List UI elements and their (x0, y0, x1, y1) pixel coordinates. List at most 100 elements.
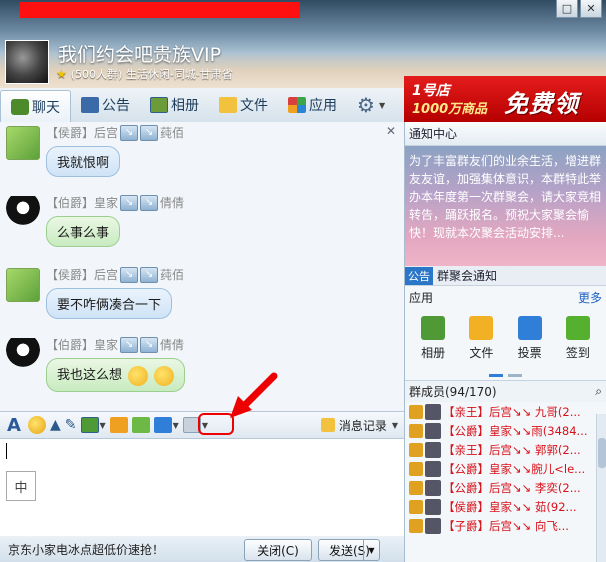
history-icon (320, 418, 335, 432)
tab-apps[interactable]: 应用 (278, 90, 347, 120)
message-text: 我也这么想 (57, 368, 123, 383)
arrow-icon: ↘ (120, 194, 139, 211)
edit-button[interactable]: ✎ (65, 415, 77, 435)
close-icon[interactable]: ✕ (386, 124, 396, 138)
tab-label: 文件 (240, 98, 268, 114)
group-name: 我们约会吧贵族VIP (58, 44, 222, 66)
arrow-icon: ↘ (120, 266, 139, 283)
doc-button[interactable] (109, 415, 128, 435)
ime-indicator[interactable]: 中 (6, 471, 36, 501)
member-row[interactable]: 【子爵】后宫↘↘ 向飞... (405, 516, 606, 535)
search-icon[interactable]: ⌕ (595, 384, 602, 399)
tab-chat[interactable]: 聊天 (0, 90, 71, 122)
member-scrollbar[interactable] (596, 414, 606, 562)
gift-button[interactable] (131, 415, 150, 435)
member-row[interactable]: 【侯爵】皇家↘↘ 茹(92... (405, 497, 606, 516)
group-subtitle-text: (500人群) 生活休闲-同城-甘肃省 (70, 68, 233, 81)
tab-label: 相册 (171, 98, 199, 114)
member-row[interactable]: 【公爵】皇家↘↘雨(3484... (405, 421, 606, 440)
sender-rank: 【伯爵】皇家 (46, 338, 119, 352)
notice-body[interactable]: 为了丰富群友们的业余生活，增进群友友谊，加强集体意识，本群特此举办本年度第一次群… (405, 146, 606, 266)
message-header: 【侯爵】后宫 ↘ ↘ 莼佰 (46, 124, 184, 141)
member-row[interactable]: 【公爵】后宫↘↘ 李奕(2... (405, 478, 606, 497)
emoji-button[interactable] (28, 416, 46, 434)
arrow-icon: ↘ (140, 124, 159, 141)
sender-rank: 【伯爵】皇家 (46, 196, 119, 210)
message-bubble: 我也这么想 (46, 358, 186, 392)
chevron-down-icon[interactable]: ▼ (363, 540, 379, 560)
group-avatar[interactable] (5, 40, 49, 84)
arrow-icon: ↘ (140, 194, 159, 211)
sender-avatar[interactable] (6, 338, 40, 372)
gift-icon (131, 417, 150, 433)
emoji-icon (128, 365, 149, 386)
bottom-bar: 京东小家电冰点超低价速抢！ 关闭(C) 发送(S) ▼ (0, 536, 404, 562)
role-icon (409, 423, 423, 438)
chat-icon (11, 98, 29, 115)
sender-name: 莼佰 (160, 126, 185, 140)
close-window-button[interactable]: ✕ (580, 0, 602, 18)
ad-banner[interactable]: 1号店 1000万商品 免费领 (404, 76, 606, 122)
tab-files[interactable]: 文件 (209, 90, 278, 120)
members-title: 群成员(94/170) (409, 385, 497, 399)
send-button[interactable]: 发送(S) ▼ (318, 539, 380, 561)
sender-name: 倩倩 (160, 338, 185, 352)
sender-avatar[interactable] (6, 196, 40, 230)
member-list: 【亲王】后宫↘↘ 九哥(2... 【公爵】皇家↘↘雨(3484... 【亲王】后… (405, 402, 606, 535)
sender-avatar[interactable] (6, 268, 40, 302)
tab-announcement[interactable]: 公告 (71, 90, 140, 120)
message-bubble: 要不咋俩凑合一下 (46, 288, 173, 319)
star-icon: ★ (56, 67, 67, 81)
message-history-button[interactable]: 消息记录 ▼ (320, 417, 398, 434)
promo-link[interactable]: 京东小家电冰点超低价速抢！ (8, 541, 164, 558)
tab-label: 聊天 (32, 99, 60, 116)
message-input[interactable]: 中 (0, 439, 404, 536)
message-header: 【侯爵】后宫 ↘ ↘ 莼佰 (46, 266, 184, 283)
apps-header: 应用 更多 (405, 286, 606, 308)
screenshot-button[interactable]: ▼ (153, 415, 179, 435)
arrow-icon: ↘ (140, 266, 159, 283)
font-button[interactable]: A (4, 415, 24, 436)
app-vote[interactable]: 投票 (517, 316, 542, 366)
app-checkin[interactable]: 签到 (565, 316, 590, 366)
sender-avatar[interactable] (6, 126, 40, 160)
app-album[interactable]: 相册 (421, 316, 445, 366)
pager-dots (405, 366, 606, 380)
maximize-button[interactable]: □ (556, 0, 578, 18)
window-controls: □ ✕ (556, 0, 602, 18)
app-files[interactable]: 文件 (469, 316, 493, 366)
pager-dot[interactable] (488, 374, 503, 377)
announcement-title: 群聚会通知 (437, 269, 498, 283)
member-avatar (425, 441, 441, 458)
ad-goods-text: 1000万商品 (412, 102, 488, 117)
settings-menu[interactable]: ⚙ ▼ (347, 90, 395, 120)
sender-rank: 【侯爵】后宫 (46, 126, 119, 140)
scrollbar-thumb[interactable] (598, 438, 606, 468)
announcement-tag: 公告 (405, 266, 433, 285)
message-header: 【伯爵】皇家 ↘ ↘ 倩倩 (46, 194, 184, 211)
announcement-bar[interactable]: 公告 群聚会通知 (405, 266, 606, 286)
member-name: 【子爵】后宫↘↘ 向飞... (443, 518, 569, 533)
image-button[interactable]: ▼ (80, 415, 106, 435)
pager-dot[interactable] (508, 374, 523, 377)
shake-button[interactable]: ▲ (50, 415, 61, 435)
role-icon (409, 442, 423, 457)
chevron-down-icon: ▼ (99, 420, 106, 430)
pencil-icon: ✎ (64, 417, 77, 433)
member-row[interactable]: 【亲王】后宫↘↘ 郭郭(2... (405, 440, 606, 459)
member-row[interactable]: 【亲王】后宫↘↘ 九哥(2... (405, 402, 606, 421)
member-row[interactable]: 【公爵】皇家↘↘腕儿<le... (405, 459, 606, 478)
chat-history[interactable]: ✕ 【侯爵】后宫 ↘ ↘ 莼佰 我就恨啊 【伯爵】皇家 ↘ ↘ 倩倩 么事么事 … (0, 122, 404, 411)
tab-bar: 聊天 公告 相册 文件 应用 ⚙ ▼ (0, 88, 404, 122)
red-arrow-annotation (230, 372, 278, 418)
folder-icon (469, 316, 494, 340)
tab-label: 应用 (309, 98, 337, 114)
redacted-bar (20, 2, 300, 18)
tab-album[interactable]: 相册 (140, 90, 209, 120)
member-name: 【侯爵】皇家↘↘ 茹(92... (443, 499, 577, 514)
chevron-down-icon: ▼ (172, 420, 179, 430)
member-name: 【亲王】后宫↘↘ 九哥(2... (443, 404, 581, 419)
image-icon (80, 417, 99, 433)
more-link[interactable]: 更多 (578, 289, 602, 306)
close-button[interactable]: 关闭(C) (244, 539, 312, 561)
